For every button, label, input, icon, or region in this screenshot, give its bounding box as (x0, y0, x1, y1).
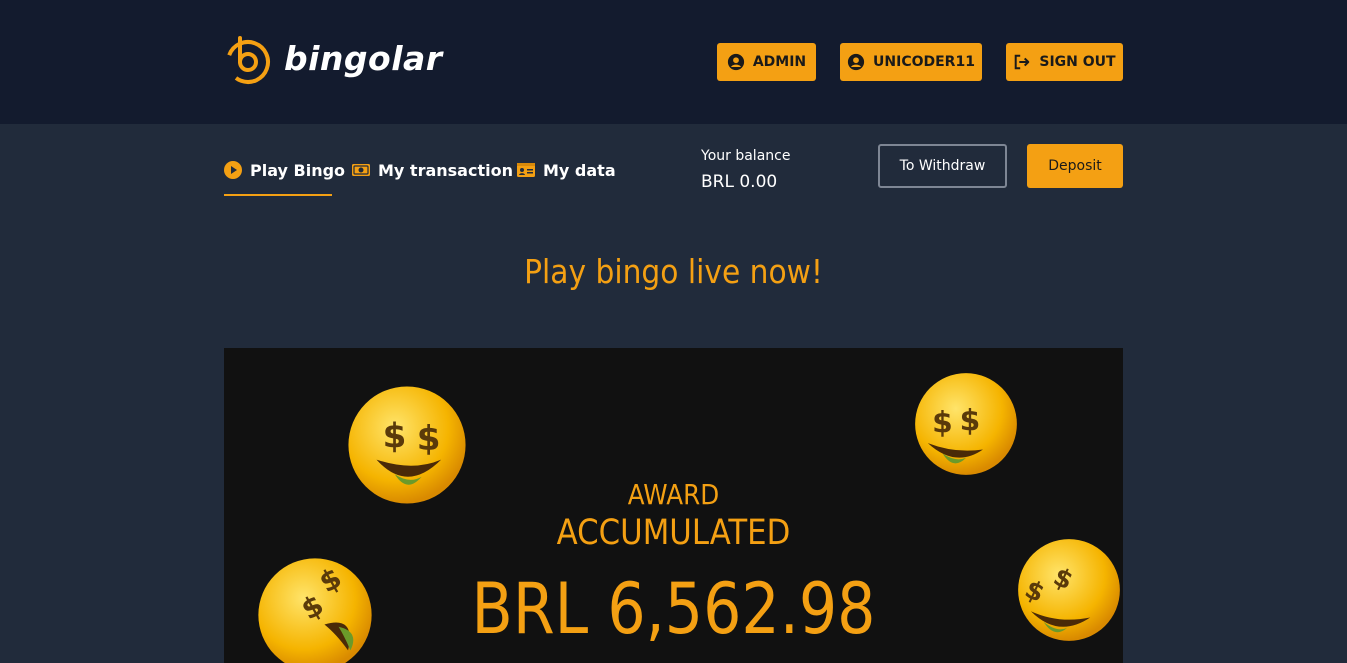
admin-button-label: ADMIN (752, 54, 807, 70)
play-circle-icon (224, 161, 242, 179)
user-circle-icon (847, 53, 865, 71)
award-amount: BRL 6,562.98 (471, 568, 876, 650)
award-label-line1: AWARD (627, 478, 720, 511)
balance-value: BRL 0.00 (701, 172, 778, 192)
sign-out-icon (1015, 54, 1030, 70)
tab-my-data[interactable]: My data (516, 157, 616, 183)
user-account-button[interactable]: UNICODER11 (840, 43, 982, 81)
admin-button[interactable]: ADMIN (717, 43, 816, 81)
page-headline: Play bingo live now! (524, 252, 823, 291)
money-mouth-face-icon: $ $ (913, 371, 1019, 477)
tab-play-bingo-label: Play Bingo (250, 160, 346, 180)
tab-my-data-label: My data (543, 160, 616, 180)
tab-my-transaction[interactable]: My transaction (351, 157, 513, 183)
user-circle-icon (727, 53, 744, 71)
active-tab-indicator (224, 194, 332, 196)
bingolar-logo-icon (226, 36, 270, 84)
money-bill-icon (352, 164, 370, 176)
sign-out-label: SIGN OUT (1039, 54, 1116, 70)
jackpot-banner: $ $ $ $ $ $ $ $ AWARD ACCUMULATED BRL 6,… (224, 348, 1123, 663)
tab-my-transaction-label: My transaction (378, 160, 513, 180)
svg-text:$: $ (383, 416, 407, 456)
svg-text:$: $ (960, 402, 981, 437)
sign-out-button[interactable]: SIGN OUT (1006, 43, 1123, 81)
withdraw-button[interactable]: To Withdraw (878, 144, 1007, 188)
logo[interactable]: bingolar (222, 30, 443, 86)
svg-text:$: $ (932, 404, 953, 439)
brand-name: bingolar (284, 38, 443, 78)
tab-play-bingo[interactable]: Play Bingo (223, 157, 345, 183)
deposit-button[interactable]: Deposit (1027, 144, 1123, 188)
user-account-label: UNICODER11 (873, 54, 975, 70)
balance-label: Your balance (701, 148, 791, 164)
id-card-icon (517, 163, 535, 177)
svg-text:$: $ (417, 419, 441, 459)
top-header: bingolar ADMIN UNICODER11 SIGN OUT (0, 0, 1347, 124)
award-label-line2: ACCUMULATED (556, 513, 791, 553)
